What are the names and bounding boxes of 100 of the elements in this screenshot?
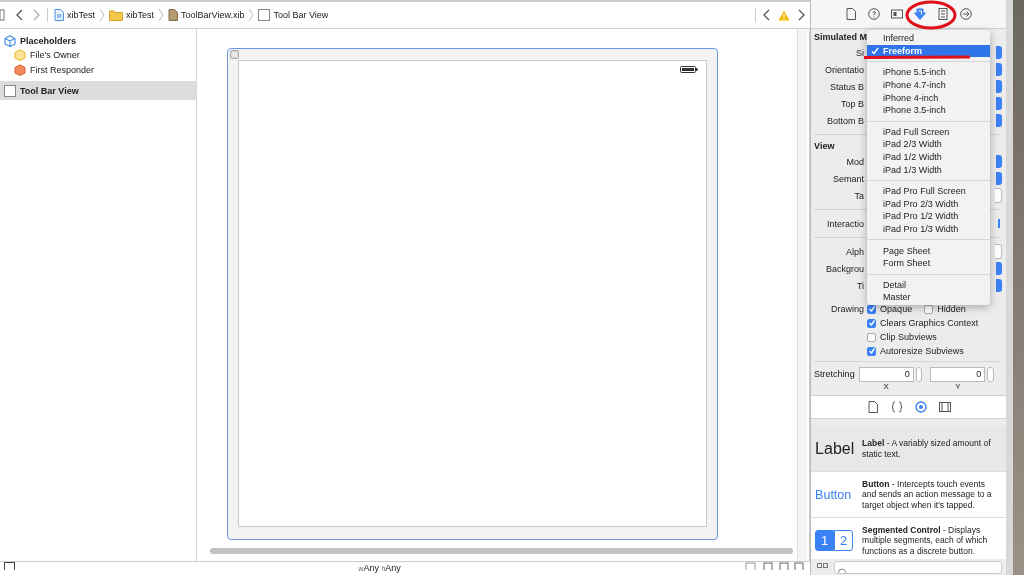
menu-item[interactable]: iPad Full Screen (867, 125, 991, 139)
file-icon (168, 9, 179, 21)
field-label: Si (855, 47, 865, 58)
stepper[interactable] (995, 188, 1003, 203)
popup-arrows[interactable] (996, 279, 1003, 292)
field-label: Bottom B (826, 115, 865, 126)
field-label: Status B (829, 81, 865, 92)
checkbox-box[interactable] (867, 346, 877, 356)
library-item[interactable]: Label Label - A variably sized amount of static text. (811, 426, 1007, 472)
menu-item[interactable]: Master (867, 291, 991, 304)
menu-item[interactable]: iPad Pro 1/2 Width (867, 210, 991, 223)
annotation-circle (905, 0, 957, 30)
checkbox-box[interactable] (867, 318, 877, 328)
scrollbar[interactable] (210, 548, 794, 554)
warning-icon[interactable] (778, 9, 791, 21)
popup-arrows[interactable] (996, 97, 1003, 110)
close-icon[interactable] (230, 50, 239, 59)
field-label: Top B (840, 98, 865, 109)
axis-label: X (883, 382, 889, 392)
field-label: Stretching (814, 368, 855, 381)
field-label: Ta (853, 190, 865, 201)
item-description: Segmented Control - Displays multiple segments, each of which functions as a discrete button. (862, 524, 989, 557)
menu-item[interactable]: iPad 1/3 Width (867, 163, 991, 176)
grid-icon[interactable] (817, 563, 829, 571)
menu-item[interactable]: iPad Pro Full Screen (867, 184, 991, 198)
popup-arrows[interactable] (996, 155, 1003, 168)
menu-item[interactable]: iPhone 3.5-inch (867, 103, 991, 117)
layout-tools-icon[interactable] (744, 562, 805, 570)
menu-item[interactable]: iPhone 4-inch (867, 91, 991, 104)
checkbox[interactable]: Clip Subviews (867, 330, 979, 344)
checkbox[interactable]: Clears Graphics Context (867, 316, 979, 330)
number-field[interactable]: 0 (858, 367, 914, 382)
popup-arrows[interactable] (996, 172, 1003, 185)
menu-item[interactable]: iPad Pro 1/3 Width (867, 222, 991, 236)
filter-icon (838, 567, 847, 573)
item-description: Label - A variably sized amount of static text. (862, 438, 992, 459)
popup-arrows[interactable] (996, 46, 1003, 59)
file-icon[interactable] (845, 8, 858, 20)
attributes-icon[interactable] (914, 8, 927, 20)
field-label: Semant (832, 173, 865, 184)
chevron-icon (158, 8, 165, 22)
grid-icon[interactable] (0, 9, 5, 21)
menu-item[interactable]: Page Sheet (867, 244, 991, 257)
object-icon[interactable] (914, 401, 927, 413)
back-icon[interactable] (15, 9, 25, 21)
breadcrumb[interactable]: xibTest (54, 9, 95, 21)
view-icon (4, 84, 16, 97)
chevron-icon (248, 8, 255, 22)
axis-label: Y (955, 382, 961, 392)
panel-toggle-icon[interactable] (4, 562, 15, 570)
identity-icon[interactable] (891, 8, 904, 20)
popup-arrows[interactable] (996, 80, 1003, 93)
field-label: Orientatio (824, 64, 865, 75)
stepper[interactable] (995, 244, 1003, 259)
breadcrumb[interactable]: xibTest (109, 9, 155, 21)
menu-item[interactable]: Inferred (867, 32, 991, 45)
outline-item[interactable]: File's Owner (0, 48, 196, 63)
menu-item[interactable]: Form Sheet (867, 256, 991, 270)
section-title: Simulated M (814, 31, 868, 44)
label-preview: Label (815, 439, 856, 458)
breadcrumb[interactable]: ToolBarView.xib (168, 9, 245, 21)
field-label: Drawing (830, 303, 865, 316)
popup-arrows[interactable] (996, 262, 1003, 275)
scrollbar[interactable] (797, 29, 808, 561)
file-icon[interactable] (866, 401, 879, 413)
popup-arrows[interactable] (996, 114, 1003, 127)
checkmark-icon (871, 46, 880, 55)
stepper[interactable] (987, 367, 995, 382)
folder-icon (109, 9, 123, 21)
field-label: Interactio (826, 218, 865, 229)
cube-icon (14, 49, 26, 62)
segment-preview: 1 (815, 530, 835, 551)
media-icon[interactable] (938, 401, 951, 413)
stepper[interactable] (915, 367, 923, 382)
outline-item[interactable]: First Responder (0, 62, 196, 77)
menu-item[interactable]: iPad 2/3 Width (867, 138, 991, 151)
forward-icon[interactable] (796, 9, 807, 21)
checkbox-box[interactable] (867, 332, 877, 342)
chevron-icon (99, 8, 105, 22)
field-label: Alph (845, 246, 865, 257)
checkbox[interactable]: Autoresize Subviews (867, 344, 979, 358)
section-title: View (814, 140, 835, 153)
outline-item[interactable]: Tool Bar View (0, 81, 196, 100)
help-icon[interactable] (868, 8, 881, 20)
number-field[interactable]: 0 (930, 367, 986, 382)
connections-icon[interactable] (960, 8, 973, 20)
field-label: Mod (845, 156, 865, 167)
filter-field[interactable] (834, 560, 1003, 574)
document-icon (54, 9, 64, 21)
code-icon[interactable] (890, 401, 903, 413)
cube-icon (4, 34, 16, 47)
menu-item[interactable]: iPad 1/2 Width (867, 150, 991, 164)
menu-item[interactable]: Detail (867, 278, 991, 292)
menu-item[interactable]: iPad Pro 2/3 Width (867, 197, 991, 211)
menu-item[interactable]: iPhone 5.5-inch (867, 66, 991, 79)
cube-icon (14, 63, 26, 76)
popup-arrows[interactable] (996, 63, 1003, 76)
breadcrumb[interactable]: Tool Bar View (258, 9, 329, 21)
size-icon[interactable] (937, 8, 950, 20)
menu-item[interactable]: iPhone 4.7-inch (867, 78, 991, 92)
